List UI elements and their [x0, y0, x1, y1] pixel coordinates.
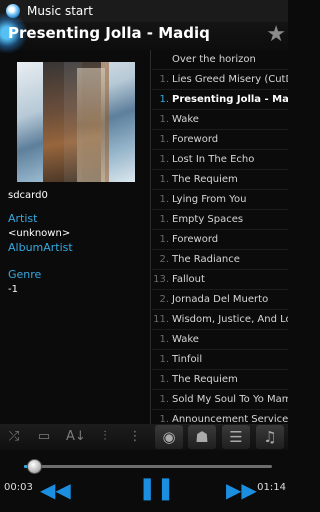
- equalizer-icon[interactable]: ⫶: [96, 428, 114, 446]
- playlist-item-title: The Requiem: [172, 374, 238, 385]
- playlist-item[interactable]: 1.Lies Greed Misery (CutDub: [152, 70, 288, 90]
- playlist-item-title: Lost In The Echo: [172, 154, 255, 165]
- playlist-item-title: Wisdom, Justice, And Love: [172, 314, 288, 325]
- sort-az-icon[interactable]: A↓: [66, 428, 86, 446]
- app-title: Music start: [27, 4, 93, 18]
- playlist-item[interactable]: 1.Presenting Jolla - Madiq: [152, 90, 288, 110]
- playlist-item-number: 13.: [153, 274, 169, 285]
- music-note-icon[interactable]: ♫: [256, 425, 284, 449]
- genre-value: -1: [8, 284, 18, 295]
- playlist-item-number: 1.: [159, 194, 169, 205]
- pause-icon[interactable]: ❚❚: [138, 476, 175, 501]
- bottom-toolbar: ⤮ ▭ A↓ ⫶ ⋮ ◉ ☗ ☰ ♫: [0, 424, 288, 450]
- playlist-item-title: Sold My Soul To Yo Mama: [172, 394, 288, 405]
- playlist-item-title: Presenting Jolla - Madiq: [172, 94, 288, 105]
- playlist-item-title: Over the horizon: [172, 54, 256, 65]
- playlist-item-title: Jornada Del Muerto: [172, 294, 269, 305]
- playlist-item-number: 1.: [159, 234, 169, 245]
- playlist-item-title: The Requiem: [172, 174, 238, 185]
- playlist-item-number: 1.: [159, 334, 169, 345]
- playlist-item[interactable]: 1. Sold My Soul To Yo Mama: [152, 390, 288, 410]
- now-playing-title: Presenting Jolla - Madiq: [8, 24, 210, 42]
- playlist-item-number: 1.: [159, 114, 169, 125]
- playlist-item[interactable]: 1. Lying From You: [152, 190, 288, 210]
- playlist-item[interactable]: 1. Foreword: [152, 130, 288, 150]
- playlist-item-number: 1.: [159, 94, 169, 105]
- playlist-item-number: 1.: [159, 134, 169, 145]
- playlist-item-number: 2.: [159, 294, 169, 305]
- playlist-item-number: 1.: [159, 394, 169, 405]
- playlist-item[interactable]: 2. Jornada Del Muerto: [152, 290, 288, 310]
- playlist-item-number: 1.: [159, 74, 169, 85]
- playlist-item[interactable]: 1. Foreword: [152, 230, 288, 250]
- genre-label[interactable]: Genre: [8, 268, 41, 281]
- playlist-item-title: Lying From You: [172, 194, 247, 205]
- playlist-item-title: Foreword: [172, 234, 219, 245]
- star-icon[interactable]: ★: [266, 22, 286, 47]
- shuffle-icon[interactable]: ⤮: [5, 428, 23, 446]
- album-art[interactable]: [17, 62, 135, 182]
- seek-thumb[interactable]: [26, 459, 42, 474]
- playlist-item[interactable]: 1. Wake: [152, 110, 288, 130]
- playlist-item[interactable]: 1. The Requiem: [152, 370, 288, 390]
- overflow-menu-icon[interactable]: ⋮: [126, 428, 144, 446]
- playlist-item-title: Foreword: [172, 134, 219, 145]
- app-bar: Music start: [0, 0, 288, 22]
- playlist-item[interactable]: 1. The Requiem: [152, 170, 288, 190]
- playlist-item-title: The Radiance: [172, 254, 240, 265]
- playlist-item[interactable]: 1. Wake: [152, 330, 288, 350]
- playlist-item[interactable]: 11.Wisdom, Justice, And Love: [152, 310, 288, 330]
- playlist-item-title: Empty Spaces: [172, 214, 244, 225]
- artist-value: <unknown>: [8, 228, 71, 239]
- album-artist-label[interactable]: AlbumArtist: [8, 241, 73, 254]
- playlist-item[interactable]: 2. The Radiance: [152, 250, 288, 270]
- playlist-item-number: 1.: [159, 374, 169, 385]
- rewind-icon[interactable]: ◀◀: [40, 478, 71, 502]
- playlist-item-title: Fallout: [172, 274, 205, 285]
- playlist-item[interactable]: 1.Announcement Service Pu: [152, 410, 288, 424]
- playlist-item-title: Tinfoil: [172, 354, 203, 365]
- total-duration: 01:14: [257, 482, 286, 493]
- playlist-item-title: Wake: [172, 334, 199, 345]
- playlist-item-number: 1.: [159, 414, 169, 424]
- playlist-item-number: 1.: [159, 214, 169, 225]
- artist-icon[interactable]: ☗: [188, 425, 216, 449]
- playlist-item-title: Announcement Service Pu: [172, 414, 288, 424]
- panel-divider: [150, 50, 151, 424]
- playlist-item[interactable]: Over the horizon: [152, 50, 288, 70]
- playlist-item-number: 11.: [153, 314, 169, 325]
- storage-label: sdcard0: [8, 190, 48, 201]
- playlist-item[interactable]: 1. Lost In The Echo: [152, 150, 288, 170]
- playlist-item-number: 1.: [159, 174, 169, 185]
- playlist-icon[interactable]: ☰: [222, 425, 250, 449]
- playlist-item[interactable]: 1. Tinfoil: [152, 350, 288, 370]
- playlist-item[interactable]: 13. Fallout: [152, 270, 288, 290]
- artist-label[interactable]: Artist: [8, 212, 37, 225]
- playlist-item-number: 2.: [159, 254, 169, 265]
- playlist-item-number: 1.: [159, 354, 169, 365]
- playlist-item-title: Lies Greed Misery (CutDub: [172, 74, 288, 85]
- playlist[interactable]: Over the horizon 1. Lies Greed Misery (Cut…: [152, 50, 288, 424]
- disc-icon[interactable]: ◉: [155, 425, 183, 449]
- elapsed-time: 00:03: [4, 482, 33, 493]
- fast-forward-icon[interactable]: ▶▶: [226, 478, 257, 502]
- repeat-icon[interactable]: ▭: [35, 428, 53, 446]
- playlist-item-title: Wake: [172, 114, 199, 125]
- playlist-item-number: 1.: [159, 154, 169, 165]
- seek-bar[interactable]: [24, 465, 272, 468]
- playlist-item[interactable]: 1. Empty Spaces: [152, 210, 288, 230]
